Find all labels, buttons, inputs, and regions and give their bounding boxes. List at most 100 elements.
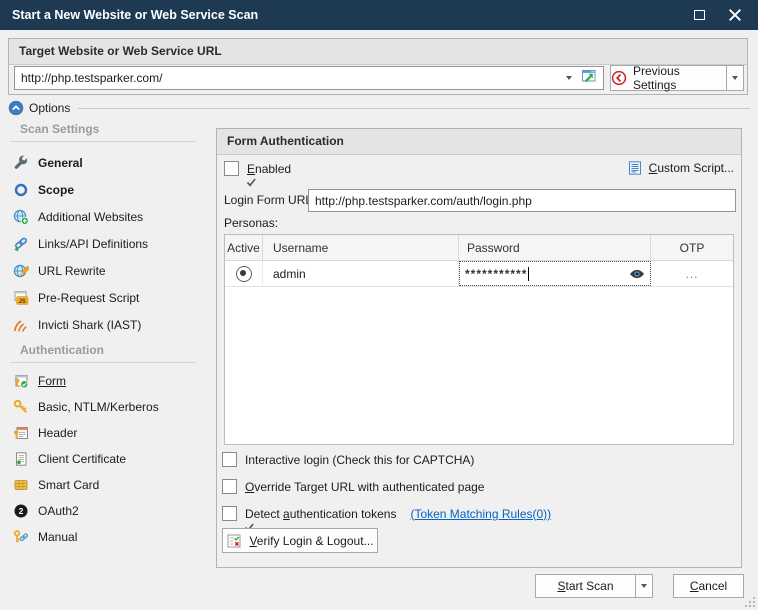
sidebar-item-general[interactable]: General bbox=[0, 149, 206, 176]
wrench-icon bbox=[13, 155, 29, 171]
password-cell[interactable]: *********** bbox=[459, 261, 651, 286]
show-password-eye-icon[interactable] bbox=[629, 269, 645, 279]
column-header-otp[interactable]: OTP bbox=[651, 235, 733, 260]
token-matching-rules-link[interactable]: (Token Matching Rules(0)) bbox=[410, 507, 551, 521]
persona-row[interactable]: admin *********** ... bbox=[225, 261, 733, 287]
cancel-button[interactable]: Cancel bbox=[673, 574, 744, 598]
form-authentication-title: Form Authentication bbox=[217, 129, 741, 155]
target-url-input[interactable] bbox=[14, 66, 604, 90]
chain-link-icon bbox=[13, 236, 29, 252]
chevron-down-icon bbox=[732, 76, 738, 80]
column-header-password[interactable]: Password bbox=[459, 235, 651, 260]
svg-text:JS: JS bbox=[19, 298, 26, 304]
otp-ellipsis-button[interactable]: ... bbox=[685, 267, 698, 281]
verify-checklist-icon bbox=[226, 533, 242, 549]
sidebar-item-header-auth[interactable]: Header bbox=[0, 420, 206, 446]
sidebar-item-links-api[interactable]: Links/API Definitions bbox=[0, 230, 206, 257]
svg-text:2: 2 bbox=[19, 506, 24, 516]
sidebar-item-client-certificate[interactable]: Client Certificate bbox=[0, 446, 206, 472]
globe-pencil-icon bbox=[13, 263, 29, 279]
sidebar-item-label: Invicti Shark (IAST) bbox=[38, 318, 141, 332]
checkbox-unchecked-icon bbox=[222, 479, 237, 494]
override-target-label: Override Target URL with authenticated p… bbox=[245, 480, 484, 494]
sidebar-item-label: URL Rewrite bbox=[38, 264, 106, 278]
close-button[interactable] bbox=[718, 0, 752, 30]
sidebar-item-scope[interactable]: Scope bbox=[0, 176, 206, 203]
options-collapse[interactable]: Options bbox=[8, 100, 70, 116]
scan-dialog: Start a New Website or Web Service Scan … bbox=[0, 0, 758, 610]
verify-login-logout-button[interactable]: Verify Login & Logout... bbox=[222, 528, 378, 553]
password-input[interactable]: *********** bbox=[459, 261, 651, 286]
login-form-url-label: Login Form URL: bbox=[224, 193, 315, 207]
custom-script-label: Custom Script... bbox=[649, 161, 734, 175]
sidebar-item-label: Manual bbox=[38, 530, 77, 544]
oauth2-badge-icon: 2 bbox=[13, 503, 29, 519]
personas-label: Personas: bbox=[224, 216, 278, 230]
authentication-divider bbox=[10, 362, 196, 363]
target-url-header: Target Website or Web Service URL bbox=[9, 39, 747, 65]
dialog-title: Start a New Website or Web Service Scan bbox=[12, 0, 258, 30]
globe-plus-icon bbox=[13, 209, 29, 225]
sidebar-item-label: Additional Websites bbox=[38, 210, 143, 224]
back-circle-icon bbox=[611, 70, 627, 86]
maximize-icon bbox=[694, 10, 705, 20]
previous-settings-button[interactable]: Previous Settings bbox=[610, 65, 727, 91]
sidebar-item-smart-card[interactable]: Smart Card bbox=[0, 472, 206, 498]
scope-circle-icon bbox=[13, 182, 29, 198]
sidebar-item-basic-ntlm[interactable]: Basic, NTLM/Kerberos bbox=[0, 394, 206, 420]
scan-settings-divider bbox=[10, 141, 196, 142]
active-radio[interactable] bbox=[236, 266, 252, 282]
options-divider bbox=[78, 108, 750, 109]
sidebar-item-label: Links/API Definitions bbox=[38, 237, 148, 251]
detect-tokens-label: Detect authentication tokens bbox=[245, 507, 396, 521]
certificate-icon bbox=[13, 451, 29, 467]
start-scan-button[interactable]: Start Scan bbox=[535, 574, 636, 598]
text-caret bbox=[528, 267, 529, 281]
chevron-down-icon bbox=[566, 76, 572, 80]
js-script-icon: JS bbox=[13, 290, 29, 306]
override-target-checkbox[interactable]: Override Target URL with authenticated p… bbox=[222, 479, 484, 494]
form-key-check-icon bbox=[13, 373, 29, 389]
close-icon bbox=[727, 7, 743, 23]
interactive-login-checkbox[interactable]: Interactive login (Check this for CAPTCH… bbox=[222, 452, 474, 467]
username-cell[interactable]: admin bbox=[263, 261, 459, 286]
collapse-chevron-icon bbox=[8, 100, 24, 116]
start-scan-dropdown[interactable] bbox=[635, 574, 653, 598]
sidebar-item-manual[interactable]: Manual bbox=[0, 524, 206, 550]
detect-tokens-checkbox[interactable]: Detect authentication tokens (Token Matc… bbox=[222, 506, 551, 521]
previous-settings-dropdown[interactable] bbox=[726, 65, 744, 91]
key-link-icon bbox=[13, 529, 29, 545]
sidebar-item-oauth2[interactable]: 2 OAuth2 bbox=[0, 498, 206, 524]
enabled-checkbox[interactable]: Enabled bbox=[224, 161, 291, 176]
login-form-url-input[interactable] bbox=[308, 189, 736, 212]
maximize-button[interactable] bbox=[682, 0, 716, 30]
target-url-dropdown[interactable] bbox=[560, 66, 578, 90]
sidebar-item-label: OAuth2 bbox=[38, 504, 79, 518]
verify-login-logout-label: Verify Login & Logout... bbox=[249, 534, 373, 548]
header-key-icon bbox=[13, 425, 29, 441]
custom-script-button[interactable]: Custom Script... bbox=[627, 160, 734, 176]
column-header-username[interactable]: Username bbox=[263, 235, 459, 260]
sidebar-item-url-rewrite[interactable]: URL Rewrite bbox=[0, 257, 206, 284]
sidebar-item-label: Pre-Request Script bbox=[38, 291, 139, 305]
sidebar-item-label: Basic, NTLM/Kerberos bbox=[38, 400, 159, 414]
open-in-browser-icon bbox=[581, 68, 597, 84]
sidebar-item-form[interactable]: Form bbox=[0, 368, 206, 394]
resize-grip[interactable] bbox=[744, 596, 756, 608]
sidebar-item-label: Client Certificate bbox=[38, 452, 126, 466]
active-cell[interactable] bbox=[225, 261, 263, 286]
sidebar-item-invicti-shark[interactable]: Invicti Shark (IAST) bbox=[0, 311, 206, 338]
chevron-down-icon bbox=[641, 584, 647, 588]
options-label: Options bbox=[29, 101, 70, 115]
sidebar-item-additional-websites[interactable]: Additional Websites bbox=[0, 203, 206, 230]
open-in-browser-button[interactable] bbox=[581, 68, 601, 88]
shark-fin-icon bbox=[13, 317, 29, 333]
interactive-login-label: Interactive login (Check this for CAPTCH… bbox=[245, 453, 474, 467]
otp-cell[interactable]: ... bbox=[651, 261, 733, 286]
sidebar-item-label: Form bbox=[38, 374, 66, 388]
checkbox-checked-icon bbox=[222, 506, 237, 521]
sidebar-item-pre-request-script[interactable]: JS Pre-Request Script bbox=[0, 284, 206, 311]
previous-settings-label: Previous Settings bbox=[633, 64, 726, 92]
column-header-active[interactable]: Active bbox=[225, 235, 263, 260]
authentication-header: Authentication bbox=[20, 343, 104, 357]
